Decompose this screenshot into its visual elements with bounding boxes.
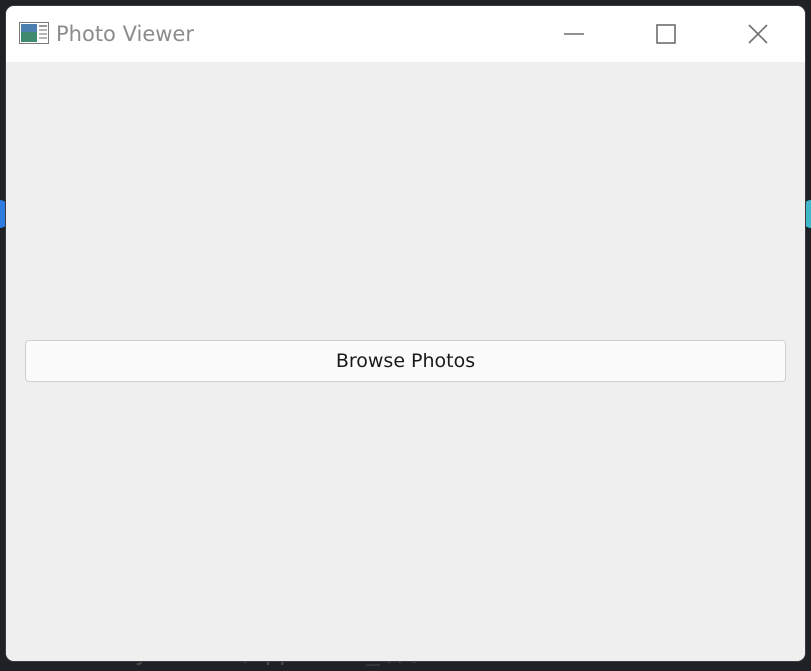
maximize-icon	[656, 24, 676, 44]
title-bar[interactable]: Photo Viewer	[6, 6, 805, 62]
browse-photos-button[interactable]: Browse Photos	[25, 340, 786, 382]
maximize-button[interactable]	[636, 6, 696, 62]
close-icon	[748, 24, 768, 44]
window-client-area: Browse Photos	[6, 62, 805, 661]
close-button[interactable]	[728, 6, 788, 62]
minimize-button[interactable]	[544, 6, 604, 62]
photo-viewer-window: Photo Viewer Browse Photos	[6, 6, 805, 661]
window-title: Photo Viewer	[56, 22, 194, 46]
desktop-background: by3vexit(approx80_()) Photo Viewer	[0, 0, 811, 671]
photo-viewer-app-icon	[19, 22, 49, 44]
minimize-icon	[564, 33, 584, 35]
